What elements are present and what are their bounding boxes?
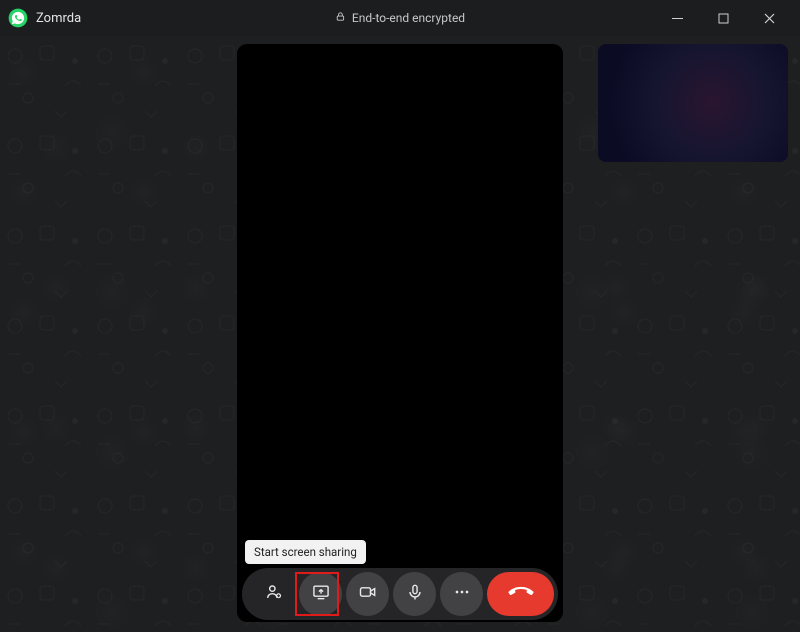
screen-share-icon [311, 582, 331, 606]
whatsapp-logo-icon [8, 8, 28, 28]
more-options-button[interactable] [440, 572, 483, 616]
video-toggle-button[interactable] [346, 572, 389, 616]
lock-icon [335, 11, 346, 25]
add-participant-button[interactable] [252, 572, 295, 616]
close-button[interactable] [746, 0, 792, 36]
contact-name: Zomrda [36, 11, 81, 26]
call-controls-bar [242, 568, 558, 620]
mic-toggle-button[interactable] [393, 572, 436, 616]
phone-hangup-icon [507, 578, 535, 610]
encryption-indicator: End-to-end encrypted [335, 11, 465, 25]
screen-share-tooltip: Start screen sharing [245, 540, 366, 564]
more-horizontal-icon [452, 582, 472, 606]
screen-share-button[interactable] [299, 572, 342, 616]
titlebar: Zomrda End-to-end encrypted [0, 0, 800, 36]
person-add-icon [264, 582, 284, 606]
video-icon [358, 582, 378, 606]
self-video-pip[interactable] [598, 44, 788, 162]
encryption-label: End-to-end encrypted [352, 11, 465, 25]
maximize-button[interactable] [700, 0, 746, 36]
call-body: Start screen sharing [0, 36, 800, 632]
window-controls [654, 0, 792, 36]
main-video-feed [237, 44, 563, 622]
minimize-button[interactable] [654, 0, 700, 36]
titlebar-left: Zomrda [8, 8, 81, 28]
microphone-icon [405, 582, 425, 606]
end-call-button[interactable] [487, 572, 554, 616]
